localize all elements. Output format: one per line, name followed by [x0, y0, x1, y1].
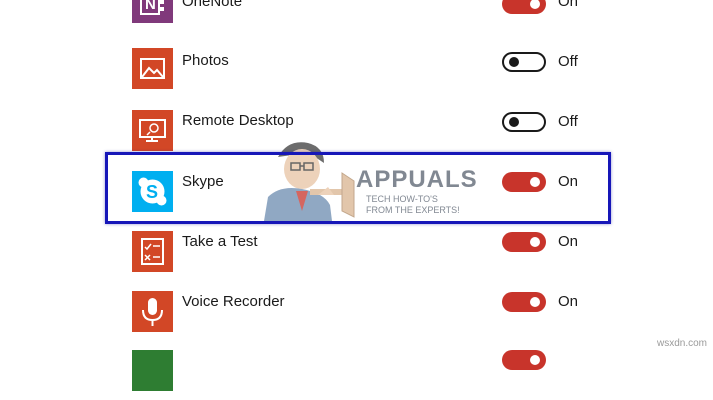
app-icon — [132, 350, 173, 391]
toggle-knob — [509, 117, 519, 127]
toggle-state-label: On — [558, 173, 579, 190]
toggle-knob — [509, 57, 519, 67]
app-row-partial — [0, 340, 713, 400]
toggle-onenote[interactable] — [502, 0, 546, 14]
app-name: OneNote — [182, 0, 243, 10]
app-row-remote-desktop: Remote Desktop Off — [0, 100, 713, 160]
footer-watermark: wsxdn.com — [656, 338, 707, 349]
toggle-remote-desktop[interactable] — [502, 112, 546, 132]
toggle-voice-recorder[interactable] — [502, 292, 546, 312]
toggle-knob — [530, 297, 540, 307]
take-a-test-icon — [132, 231, 173, 272]
app-row-photos: Photos Off — [0, 40, 713, 100]
app-row-voice-recorder: Voice Recorder On — [0, 280, 713, 340]
toggle-skype[interactable] — [502, 172, 546, 192]
toggle-knob — [530, 0, 540, 9]
toggle-knob — [530, 177, 540, 187]
toggle-state-label: On — [558, 233, 579, 250]
photos-icon — [132, 48, 173, 89]
toggle-partial[interactable] — [502, 350, 546, 370]
watermark-brand: APPUALS — [356, 166, 478, 193]
app-name: Remote Desktop — [182, 112, 294, 129]
app-name: Voice Recorder — [182, 293, 285, 310]
toggle-state-label: On — [558, 293, 579, 310]
voice-recorder-icon — [132, 291, 173, 332]
svg-text:N: N — [145, 0, 156, 13]
skype-icon: S — [132, 171, 173, 212]
toggle-knob — [530, 355, 540, 365]
app-name: Photos — [182, 52, 229, 69]
remote-desktop-icon — [132, 110, 173, 151]
toggle-knob — [530, 237, 540, 247]
app-row-onenote: N OneNote On — [0, 0, 713, 42]
watermark-tagline: TECH HOW-TO'S FROM THE EXPERTS! — [366, 194, 460, 215]
toggle-state-label: Off — [558, 113, 578, 130]
app-row-take-a-test: Take a Test On — [0, 220, 713, 280]
toggle-take-a-test[interactable] — [502, 232, 546, 252]
svg-text:S: S — [146, 182, 158, 202]
toggle-photos[interactable] — [502, 52, 546, 72]
toggle-state-label: On — [558, 0, 579, 10]
app-name: Take a Test — [182, 233, 258, 250]
app-name: Skype — [182, 173, 224, 190]
onenote-icon: N — [132, 0, 173, 23]
toggle-state-label: Off — [558, 53, 578, 70]
